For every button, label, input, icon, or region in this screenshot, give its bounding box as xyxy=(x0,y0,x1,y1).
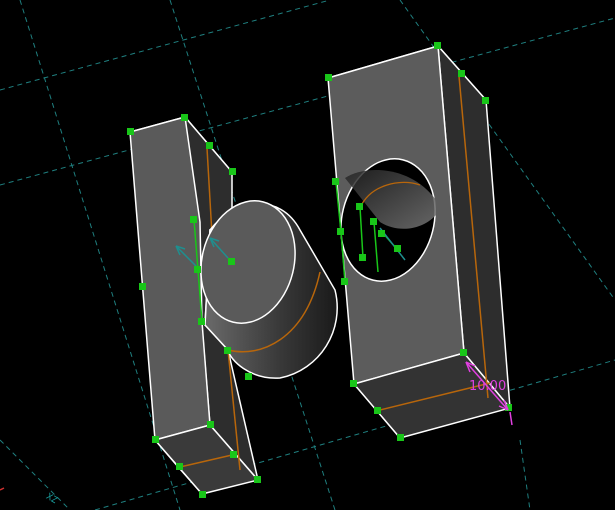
model-canvas[interactable] xyxy=(0,0,615,510)
cad-3d-viewport[interactable]: 10.00 XZ xyxy=(0,0,615,510)
dimension-label[interactable]: 10.00 xyxy=(469,379,506,394)
origin-marker xyxy=(0,487,5,491)
